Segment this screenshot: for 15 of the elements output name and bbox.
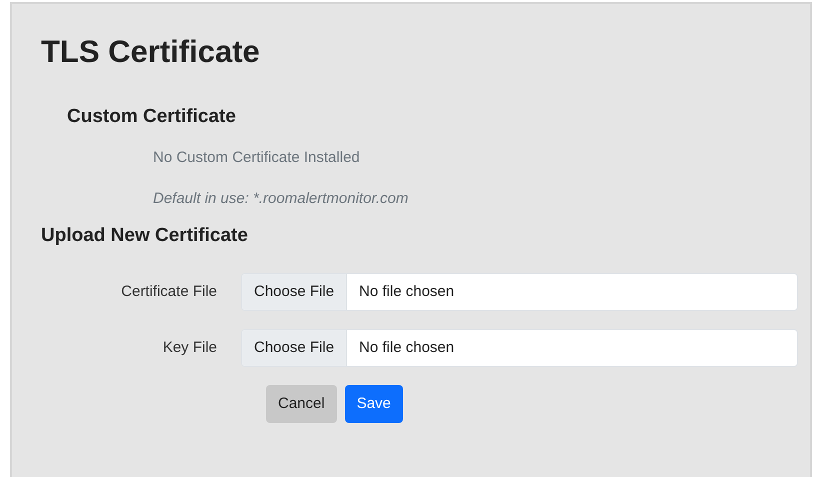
file-input-field[interactable]: Choose File No file chosen (241, 329, 798, 367)
choose-file-button[interactable]: Choose File (242, 330, 348, 366)
choose-file-button[interactable]: Choose File (242, 274, 348, 310)
cancel-button[interactable]: Cancel (266, 385, 337, 423)
section-heading: Custom Certificate (67, 105, 236, 129)
section-heading: Upload New Certificate (41, 224, 248, 248)
page-title: TLS Certificate (41, 33, 260, 71)
file-name-text: No file chosen (358, 282, 456, 302)
file-name-text: No file chosen (358, 338, 456, 358)
file-input-field[interactable]: Choose File No file chosen (241, 273, 798, 311)
status-text: No Custom Certificate Installed (153, 148, 360, 168)
field-label: Key File (162, 338, 217, 358)
default-note: Default in use: *.roomalertmonitor.com (153, 189, 408, 209)
save-button[interactable]: Save (344, 385, 403, 423)
field-label: Certificate File (121, 282, 217, 302)
